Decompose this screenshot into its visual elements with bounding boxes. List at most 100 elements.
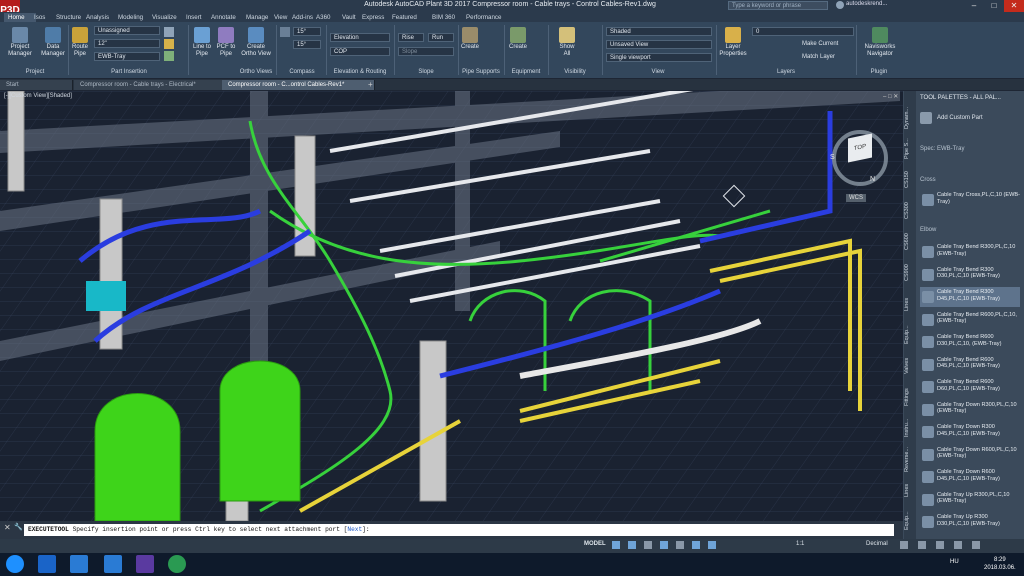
viewport-config-dropdown[interactable]: Single viewport bbox=[606, 53, 712, 62]
palette-tool-item[interactable]: Cable Tray Bend R300,PL,C,10 (EWB-Tray) bbox=[920, 242, 1020, 262]
viewport-controls-label[interactable]: [-][Custom View][Shaded] bbox=[4, 93, 72, 99]
size-dropdown[interactable]: 12" bbox=[94, 39, 160, 48]
palette-side-tab[interactable]: CS600 bbox=[904, 228, 915, 256]
start-button-icon[interactable] bbox=[6, 555, 24, 573]
spec-dropdown[interactable]: Unassigned bbox=[94, 26, 160, 35]
palette-side-tab[interactable]: Fittings bbox=[904, 383, 915, 411]
palette-tool-item[interactable]: Cable Tray Bend R600,PL,C,10, (EWB-Tray) bbox=[920, 310, 1020, 330]
part-tools-icons[interactable] bbox=[164, 27, 176, 63]
palette-tool-item[interactable]: Cable Tray Bend R600 D60,PL,C,10 (EWB-Tr… bbox=[920, 377, 1020, 397]
tray-spec-dropdown[interactable]: EWB-Tray bbox=[94, 52, 160, 61]
cable-tray-icon bbox=[922, 493, 934, 506]
add-custom-part-button[interactable]: Add Custom Part bbox=[937, 115, 983, 121]
route-pipe-button[interactable]: Route Pipe bbox=[70, 27, 90, 58]
new-tab-icon[interactable]: + bbox=[368, 80, 373, 89]
panel-label-ortho-views: Ortho Views bbox=[239, 69, 273, 75]
viewport-window-controls[interactable]: – □ ✕ bbox=[883, 93, 898, 100]
command-option-next[interactable]: Next bbox=[347, 526, 362, 533]
command-input[interactable]: EXECUTETOOL Specify insertion point or p… bbox=[24, 524, 894, 536]
doc-tab-control-cables[interactable]: Compressor room - C...ontrol Cables-Rev1… bbox=[222, 80, 375, 90]
palette-side-tab[interactable]: CS900 bbox=[904, 259, 915, 287]
minimize-icon[interactable]: – bbox=[964, 0, 984, 12]
palette-side-tab[interactable]: Equip... bbox=[904, 507, 915, 535]
palette-side-tab[interactable]: Instru... bbox=[904, 414, 915, 442]
palette-tool-item[interactable]: Cable Tray Up R300,PL,C,10 (EWB-Tray) bbox=[920, 490, 1020, 510]
create-pipe-support-button[interactable]: Create bbox=[460, 27, 480, 51]
doc-tab-start[interactable]: Start bbox=[0, 80, 73, 90]
line-to-pipe-button[interactable]: Line to Pipe bbox=[190, 27, 214, 58]
command-customize-icon[interactable]: 🔧 bbox=[14, 523, 23, 531]
layer-properties-button[interactable]: Layer Properties bbox=[718, 27, 748, 58]
viewcube-top-face[interactable]: TOP bbox=[848, 133, 872, 163]
units-dropdown[interactable]: Decimal bbox=[866, 541, 888, 547]
status-right-icons[interactable] bbox=[900, 541, 1018, 550]
palette-tool-item[interactable]: Cable Tray Bend R300 D30,PL,C,10 (EWB-Tr… bbox=[920, 265, 1020, 285]
wcs-menu[interactable]: WCS bbox=[846, 194, 866, 202]
doc-tab-electrical[interactable]: Compressor room - Cable trays - Electric… bbox=[74, 80, 229, 90]
viewcube[interactable]: TOP S N bbox=[828, 126, 892, 190]
palette-side-tab[interactable]: Valves bbox=[904, 352, 915, 380]
panel-label-slope: Slope bbox=[418, 69, 434, 75]
compass-angle-dropdown[interactable]: 15° bbox=[293, 27, 321, 36]
model-viewport[interactable] bbox=[0, 91, 903, 521]
palette-side-tab[interactable]: Equip... bbox=[904, 321, 915, 349]
browser-icon[interactable] bbox=[168, 555, 186, 573]
create-ortho-view-button[interactable]: Create Ortho View bbox=[240, 27, 272, 58]
palette-tool-item[interactable]: Cable Tray Bend R600 D30,PL,C,10, (EWB-T… bbox=[920, 332, 1020, 352]
palette-tool-item[interactable]: Cable Tray Up R300 D30,PL,C,10 (EWB-Tray… bbox=[920, 512, 1020, 532]
palette-side-tab[interactable]: Dynam... bbox=[904, 104, 915, 132]
layer-dropdown[interactable]: 0 bbox=[752, 27, 854, 36]
rise-field[interactable]: Rise bbox=[398, 33, 424, 42]
palette-tool-item[interactable]: Cable Tray Bend R300 D45,PL,C,10 (EWB-Tr… bbox=[920, 287, 1020, 307]
slope-field[interactable]: Slope bbox=[398, 47, 454, 56]
palette-tool-item[interactable]: Cable Tray Down R600,PL,C,10 (EWB-Tray) bbox=[920, 445, 1020, 465]
cable-tray-icon bbox=[922, 403, 934, 416]
user-account[interactable]: autodeskrend... bbox=[846, 1, 887, 7]
navisworks-navigator-button[interactable]: Navisworks Navigator bbox=[860, 27, 900, 58]
compass-snap-dropdown[interactable]: 15° bbox=[293, 40, 321, 49]
autocad-icon[interactable] bbox=[104, 555, 122, 573]
search-input[interactable]: Type a keyword or phrase bbox=[728, 1, 828, 10]
cable-tray-icon bbox=[922, 246, 934, 258]
ribbon-tab-performance[interactable]: Performance bbox=[462, 13, 510, 22]
autocad-plant-icon[interactable] bbox=[70, 555, 88, 573]
palette-side-tab[interactable]: Pipe S... bbox=[904, 135, 915, 163]
elevation-field[interactable]: Elevation bbox=[330, 33, 390, 42]
palette-side-tab[interactable]: CS150 bbox=[904, 166, 915, 194]
palette-side-tab[interactable]: Lines bbox=[904, 290, 915, 318]
outlook-icon[interactable] bbox=[38, 555, 56, 573]
palette-tool-label: Cable Tray Bend R600 D30,PL,C,10, (EWB-T… bbox=[937, 334, 1002, 347]
create-equipment-button[interactable]: Create bbox=[508, 27, 528, 51]
palette-tool-item[interactable]: Cable Tray Down R300 D45,PL,C,10 (EWB-Tr… bbox=[920, 422, 1020, 442]
command-close-icon[interactable]: ✕ bbox=[4, 523, 11, 532]
pcf-to-pipe-button[interactable]: PCF to Pipe bbox=[214, 27, 238, 58]
cable-tray-icon bbox=[922, 313, 934, 326]
file-icon[interactable] bbox=[136, 555, 154, 573]
model-space-toggle[interactable]: MODEL bbox=[584, 541, 606, 547]
make-current-button[interactable]: Make Current bbox=[802, 41, 838, 47]
visual-style-dropdown[interactable]: Shaded bbox=[606, 27, 712, 36]
palette-tool-item[interactable]: Cable Tray Down R300,PL,C,10 (EWB-Tray) bbox=[920, 400, 1020, 420]
data-manager-button[interactable]: Data Manager bbox=[38, 27, 68, 58]
project-manager-button[interactable]: Project Manager bbox=[6, 27, 34, 58]
run-field[interactable]: Run bbox=[428, 33, 454, 42]
palette-tool-item[interactable]: Cable Tray Cross,PL,C,10 (EWB-Tray) bbox=[920, 190, 1020, 210]
named-view-dropdown[interactable]: Unsaved View bbox=[606, 40, 712, 49]
system-clock[interactable]: 8:29 2018.03.06. bbox=[984, 556, 1016, 572]
close-icon[interactable]: ✕ bbox=[1004, 0, 1024, 12]
cop-dropdown[interactable]: COP bbox=[330, 47, 390, 56]
palette-tool-label: Cable Tray Bend R300 D45,PL,C,10 (EWB-Tr… bbox=[937, 289, 1000, 302]
palette-side-tab[interactable]: Reverse... bbox=[904, 445, 915, 473]
annotation-scale[interactable]: 1:1 bbox=[796, 541, 804, 547]
add-custom-part-icon[interactable] bbox=[920, 112, 932, 124]
palette-side-tab[interactable]: Lines bbox=[904, 476, 915, 504]
palette-tool-item[interactable]: Cable Tray Down R600 D45,PL,C,10 (EWB-Tr… bbox=[920, 467, 1020, 487]
palette-side-tab[interactable]: CS300 bbox=[904, 197, 915, 225]
status-toggle-icons[interactable] bbox=[612, 541, 772, 550]
show-all-button[interactable]: Show All bbox=[556, 27, 578, 58]
compass-toggle-icon[interactable] bbox=[280, 27, 290, 37]
input-language[interactable]: HU bbox=[950, 559, 959, 565]
maximize-icon[interactable]: □ bbox=[984, 0, 1004, 12]
match-layer-button[interactable]: Match Layer bbox=[802, 54, 835, 60]
palette-tool-item[interactable]: Cable Tray Bend R600 D45,PL,C,10 (EWB-Tr… bbox=[920, 355, 1020, 375]
